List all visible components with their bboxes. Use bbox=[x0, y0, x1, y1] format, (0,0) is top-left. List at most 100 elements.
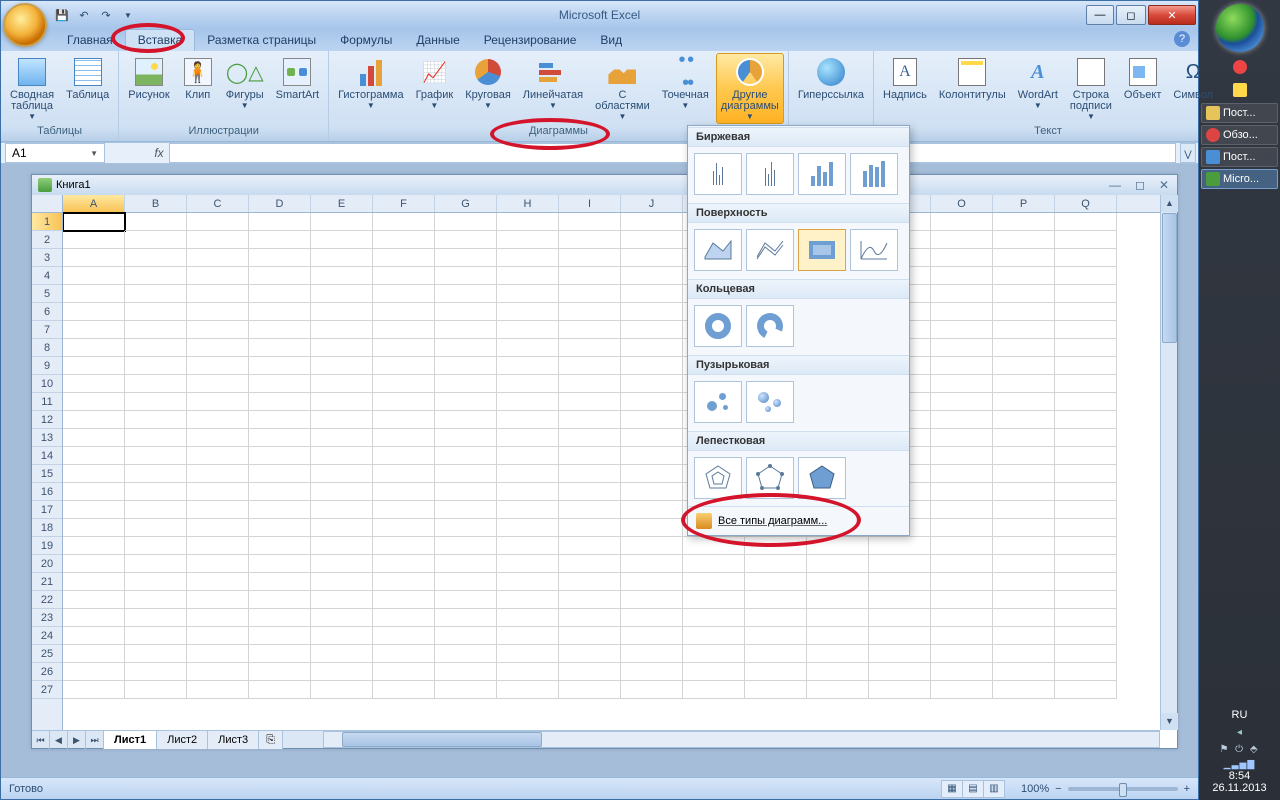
column-header[interactable]: C bbox=[187, 195, 249, 212]
cell[interactable] bbox=[125, 483, 187, 501]
cell[interactable] bbox=[993, 303, 1055, 321]
cell[interactable] bbox=[311, 645, 373, 663]
cell[interactable] bbox=[993, 249, 1055, 267]
row-header[interactable]: 22 bbox=[32, 591, 62, 609]
cell[interactable] bbox=[993, 321, 1055, 339]
cell[interactable] bbox=[807, 573, 869, 591]
cell[interactable] bbox=[249, 213, 311, 231]
sheet-nav-last[interactable]: ⏭ bbox=[86, 731, 104, 749]
cell[interactable] bbox=[187, 411, 249, 429]
cell[interactable] bbox=[373, 393, 435, 411]
table-button[interactable]: Таблица bbox=[61, 53, 114, 104]
cell[interactable] bbox=[63, 429, 125, 447]
help-icon[interactable]: ? bbox=[1174, 31, 1190, 47]
cell[interactable] bbox=[931, 393, 993, 411]
cell[interactable] bbox=[993, 393, 1055, 411]
tab-home[interactable]: Главная bbox=[55, 30, 125, 51]
network-icon[interactable]: ▁▃▅▇ bbox=[1201, 759, 1278, 770]
row-header[interactable]: 12 bbox=[32, 411, 62, 429]
cell[interactable] bbox=[373, 681, 435, 699]
cell[interactable] bbox=[373, 645, 435, 663]
cell[interactable] bbox=[497, 465, 559, 483]
cell[interactable] bbox=[63, 249, 125, 267]
wb-close-button[interactable]: ✕ bbox=[1155, 178, 1173, 192]
cell[interactable] bbox=[373, 267, 435, 285]
cell[interactable] bbox=[1055, 411, 1117, 429]
radar-chart-option[interactable] bbox=[798, 457, 846, 499]
cell[interactable] bbox=[497, 501, 559, 519]
cell[interactable] bbox=[125, 609, 187, 627]
save-icon[interactable]: 💾 bbox=[53, 6, 71, 24]
cell[interactable] bbox=[311, 681, 373, 699]
cell[interactable] bbox=[931, 519, 993, 537]
cell[interactable] bbox=[1055, 555, 1117, 573]
cell[interactable] bbox=[621, 213, 683, 231]
cell[interactable] bbox=[869, 537, 931, 555]
cell[interactable] bbox=[683, 555, 745, 573]
zoom-level[interactable]: 100% bbox=[1021, 783, 1049, 795]
cell[interactable] bbox=[435, 303, 497, 321]
cell[interactable] bbox=[683, 573, 745, 591]
cell[interactable] bbox=[125, 573, 187, 591]
cell[interactable] bbox=[807, 627, 869, 645]
cell[interactable] bbox=[559, 519, 621, 537]
cell[interactable] bbox=[1055, 627, 1117, 645]
cell[interactable] bbox=[559, 681, 621, 699]
undo-icon[interactable]: ↶ bbox=[75, 6, 93, 24]
column-header[interactable]: J bbox=[621, 195, 683, 212]
cell[interactable] bbox=[931, 339, 993, 357]
cell[interactable] bbox=[621, 429, 683, 447]
cell[interactable] bbox=[683, 681, 745, 699]
surface-chart-option[interactable] bbox=[746, 229, 794, 271]
cell[interactable] bbox=[497, 411, 559, 429]
cell[interactable] bbox=[311, 663, 373, 681]
cell[interactable] bbox=[373, 249, 435, 267]
cell[interactable] bbox=[1055, 267, 1117, 285]
cell[interactable] bbox=[621, 321, 683, 339]
new-sheet-tab[interactable]: ⎘ bbox=[259, 731, 283, 749]
cell[interactable] bbox=[559, 555, 621, 573]
cell[interactable] bbox=[621, 231, 683, 249]
cell[interactable] bbox=[1055, 429, 1117, 447]
donut-chart-option[interactable] bbox=[694, 305, 742, 347]
cell[interactable] bbox=[63, 501, 125, 519]
cell[interactable] bbox=[497, 375, 559, 393]
cell[interactable] bbox=[931, 447, 993, 465]
cell[interactable] bbox=[373, 321, 435, 339]
cell[interactable] bbox=[249, 609, 311, 627]
cell[interactable] bbox=[125, 447, 187, 465]
cell[interactable] bbox=[993, 627, 1055, 645]
surface-chart-option[interactable] bbox=[694, 229, 742, 271]
cell[interactable] bbox=[125, 213, 187, 231]
radar-chart-option[interactable] bbox=[694, 457, 742, 499]
cells-area[interactable] bbox=[63, 213, 1177, 748]
cell[interactable] bbox=[621, 411, 683, 429]
cell[interactable] bbox=[497, 249, 559, 267]
cell[interactable] bbox=[931, 249, 993, 267]
cell[interactable] bbox=[559, 393, 621, 411]
cell[interactable] bbox=[187, 465, 249, 483]
cell[interactable] bbox=[1055, 303, 1117, 321]
stock-chart-option[interactable] bbox=[850, 153, 898, 195]
header-footer-button[interactable]: Колонтитулы bbox=[934, 53, 1011, 104]
cell[interactable] bbox=[497, 339, 559, 357]
cell[interactable] bbox=[1055, 663, 1117, 681]
cell[interactable] bbox=[373, 429, 435, 447]
tray-arrow[interactable]: ◂ bbox=[1201, 727, 1278, 738]
cell[interactable] bbox=[497, 303, 559, 321]
cell[interactable] bbox=[497, 393, 559, 411]
cell[interactable] bbox=[187, 267, 249, 285]
cell[interactable] bbox=[1055, 483, 1117, 501]
cell[interactable] bbox=[187, 213, 249, 231]
cell[interactable] bbox=[125, 501, 187, 519]
cell[interactable] bbox=[559, 573, 621, 591]
cell[interactable] bbox=[63, 393, 125, 411]
row-header[interactable]: 2 bbox=[32, 231, 62, 249]
cell[interactable] bbox=[497, 591, 559, 609]
cell[interactable] bbox=[435, 411, 497, 429]
cell[interactable] bbox=[373, 213, 435, 231]
cell[interactable] bbox=[311, 267, 373, 285]
cell[interactable] bbox=[435, 393, 497, 411]
cell[interactable] bbox=[63, 303, 125, 321]
row-header[interactable]: 1 bbox=[32, 213, 62, 231]
